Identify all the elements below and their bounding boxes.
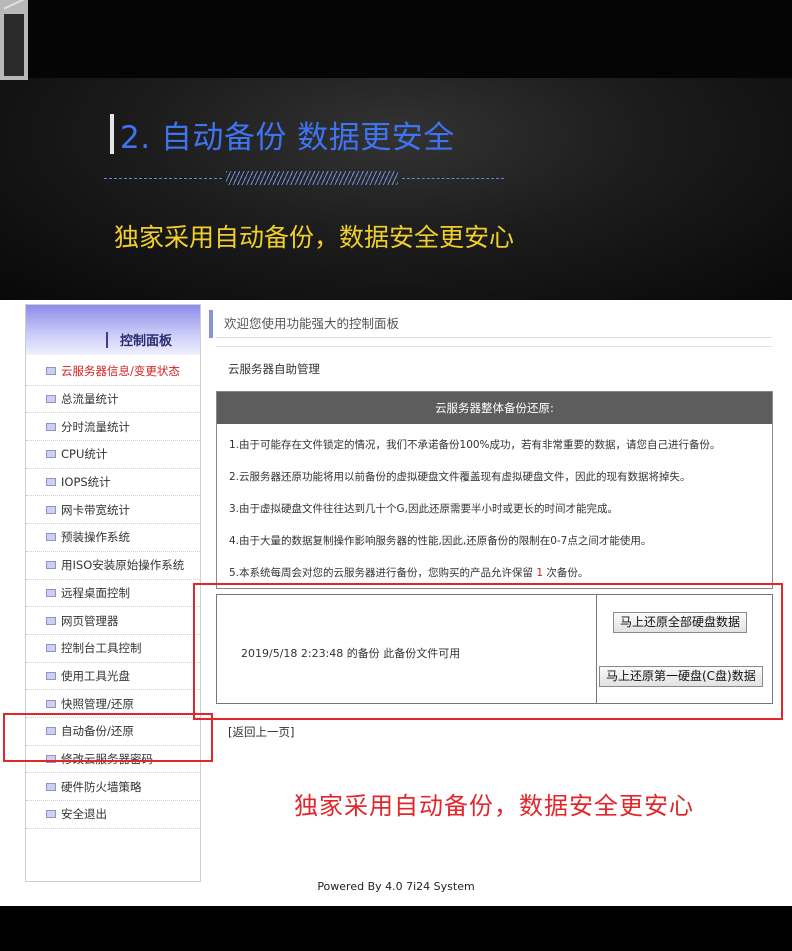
- bullet-icon: [46, 644, 56, 653]
- notice-item-5-prefix: 5.本系统每周会对您的云服务器进行备份，您购买的产品允许保留: [229, 567, 534, 579]
- sidebar-item[interactable]: 云服务器信息/变更状态: [26, 358, 200, 386]
- control-panel-screenshot: 控制面板 云服务器信息/变更状态 总流量统计分时流量统计 CPU统计 IOPS统计网卡…: [0, 300, 792, 906]
- sidebar-title: 控制面板: [120, 334, 173, 349]
- sidebar-item-label: 云服务器信息/变更状态: [61, 364, 180, 379]
- notice-item: 3.由于虚拟硬盘文件往往达到几十个G,因此还原需要半小时或更长的时间才能完成。: [229, 503, 618, 515]
- bullet-icon: [46, 422, 56, 431]
- sidebar-item[interactable]: 网页管理器: [26, 607, 200, 635]
- bullet-icon: [46, 699, 56, 708]
- sidebar-item-label: 快照管理/还原: [61, 696, 134, 711]
- banner-top-strip: [0, 0, 792, 78]
- sidebar-item[interactable]: 分时流量统计: [26, 413, 200, 442]
- back-link[interactable]: [返回上一页]: [228, 724, 294, 740]
- sidebar-item[interactable]: 使用工具光盘: [26, 663, 200, 691]
- separator-dash-left: [104, 178, 222, 179]
- backup-count: 1: [536, 567, 544, 579]
- notice-item-5-suffix: 次备份。: [546, 567, 589, 579]
- sidebar-item-label: 用ISO安装原始操作系统: [61, 558, 185, 573]
- content-header: 欢迎您使用功能强大的控制面板: [216, 310, 772, 338]
- bullet-icon: [46, 450, 56, 459]
- sidebar-item-label: 预装操作系统: [61, 530, 130, 545]
- sidebar-item-label: 网卡带宽统计: [61, 502, 130, 517]
- notice-title: 云服务器整体备份还原:: [217, 392, 772, 424]
- sidebar-item-label: 安全退出: [61, 807, 107, 822]
- bullet-icon: [46, 478, 56, 487]
- sidebar-item[interactable]: 远程桌面控制: [26, 580, 200, 608]
- bullet-icon: [46, 533, 56, 542]
- sidebar-item[interactable]: CPU统计: [26, 441, 200, 469]
- sidebar-item[interactable]: IOPS统计: [26, 469, 200, 497]
- sidebar-item[interactable]: 预装操作系统: [26, 524, 200, 552]
- sidebar-item[interactable]: 用ISO安装原始操作系统: [26, 552, 200, 580]
- sidebar-item-label: 控制台工具控制: [61, 641, 142, 656]
- sidebar-item-label: CPU统计: [61, 447, 108, 462]
- sidebar-item-label: 网页管理器: [61, 613, 119, 628]
- separator-dash-right: [402, 178, 504, 179]
- notice-item: 1.由于可能存在文件锁定的情况，我们不承诺备份100%成功，若有非常重要的数据，…: [229, 439, 721, 451]
- separator-slashes: [226, 171, 398, 185]
- sidebar-item-label: 使用工具光盘: [61, 668, 130, 683]
- sidebar-header-bar: [106, 332, 108, 348]
- bullet-icon: [46, 810, 56, 819]
- banner-title-bar: [110, 114, 114, 154]
- sidebar-item-label: 硬件防火墙策略: [61, 779, 142, 794]
- sidebar-item-label: 远程桌面控制: [61, 585, 130, 600]
- banner-separator: [104, 171, 504, 185]
- sidebar-header: 控制面板: [26, 305, 200, 355]
- bullet-icon: [46, 782, 56, 791]
- sidebar-item[interactable]: 总流量统计: [26, 386, 200, 414]
- bullet-icon: [46, 505, 56, 514]
- backup-notice-box: 云服务器整体备份还原: 1.由于可能存在文件锁定的情况，我们不承诺备份100%成…: [216, 391, 773, 589]
- notice-item: 4.由于大量的数据复制操作影响服务器的性能,因此,还原备份的限制在0-7点之间才…: [229, 535, 652, 547]
- highlight-backup-area: [193, 583, 783, 720]
- sidebar-item-label: IOPS统计: [61, 475, 111, 490]
- notice-list: 1.由于可能存在文件锁定的情况，我们不承诺备份100%成功，若有非常重要的数据，…: [217, 424, 772, 592]
- sidebar-item[interactable]: 硬件防火墙策略: [26, 773, 200, 801]
- bullet-icon: [46, 367, 56, 376]
- sidebar-item[interactable]: 安全退出: [26, 801, 200, 829]
- sidebar-item[interactable]: 网卡带宽统计: [26, 496, 200, 525]
- content-header-bar: [209, 310, 213, 338]
- sidebar-item-label: 分时流量统计: [61, 419, 130, 434]
- banner-title: 2. 自动备份 数据更安全: [120, 120, 455, 156]
- banner-subtitle: 独家采用自动备份，数据安全更安心: [114, 223, 515, 252]
- sidebar-item[interactable]: 控制台工具控制: [26, 635, 200, 663]
- highlight-auto-backup-menu: [3, 713, 213, 762]
- sidebar-item-label: 总流量统计: [61, 392, 119, 407]
- bullet-icon: [46, 395, 56, 404]
- bullet-icon: [46, 561, 56, 570]
- bullet-icon: [46, 671, 56, 680]
- sidebar: 控制面板 云服务器信息/变更状态 总流量统计分时流量统计 CPU统计 IOPS统计网卡…: [25, 304, 201, 882]
- banner-corner-inner: [4, 14, 24, 76]
- bullet-icon: [46, 588, 56, 597]
- notice-item: 2.云服务器还原功能将用以前备份的虚拟硬盘文件覆盖现有虚拟硬盘文件，因此的现有数…: [229, 471, 691, 483]
- bullet-icon: [46, 616, 56, 625]
- section-divider: [216, 346, 772, 347]
- section-title: 云服务器自助管理: [228, 362, 320, 376]
- slogan: 独家采用自动备份，数据安全更安心: [294, 792, 694, 820]
- promo-banner: 2. 自动备份 数据更安全 独家采用自动备份，数据安全更安心: [0, 0, 792, 300]
- footer: Powered By 4.0 7i24 System: [317, 880, 475, 893]
